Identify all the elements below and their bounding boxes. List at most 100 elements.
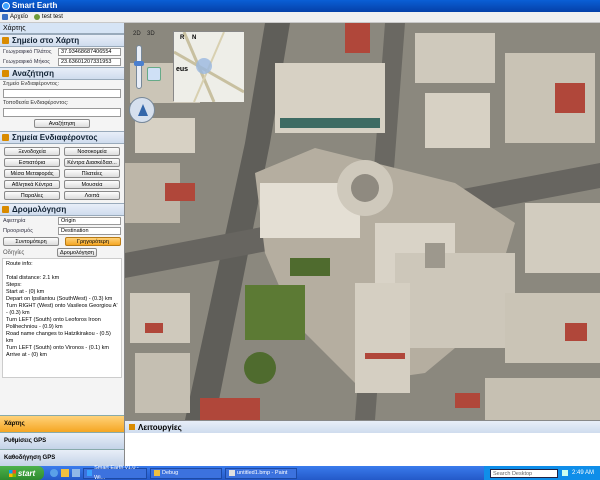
poi-squares-button[interactable]: Πλατείες: [64, 169, 120, 178]
minimap-place-label: eus: [176, 66, 189, 73]
menu-file[interactable]: Αρχείο: [2, 14, 28, 20]
section-search[interactable]: Αναζήτηση: [0, 67, 124, 80]
task-debug[interactable]: Debug: [150, 467, 222, 479]
zoom-slider[interactable]: [136, 45, 142, 89]
clock[interactable]: 2:49 AM: [572, 470, 594, 476]
destination-label: Προορισμός: [3, 228, 33, 234]
compass-arrow-icon: [138, 104, 148, 116]
poi-search-input[interactable]: [3, 89, 121, 98]
left-panel: Χάρτης Σημείο στο Χάρτη Γεωγραφικό Πλάτο…: [0, 23, 125, 466]
search-button[interactable]: Αναζήτηση: [34, 119, 90, 128]
directions-label: Οδηγίες: [3, 249, 25, 256]
mode-2d-button[interactable]: 2D: [133, 31, 141, 37]
poi-sports-button[interactable]: Αθλητικά Κέντρα: [4, 180, 60, 189]
location-search-label: Τοποθεσία Ενδιαφέροντος:: [3, 100, 69, 106]
ie-icon[interactable]: [50, 469, 58, 477]
poi-entertainment-button[interactable]: Κέντρα Διασκέδασ...: [64, 158, 120, 167]
folder-icon: [154, 470, 160, 476]
functions-title: Λειτουργίες: [138, 422, 182, 432]
app-task-icon: [87, 470, 93, 476]
destination-field[interactable]: Destination: [58, 227, 121, 235]
task-label: untitled1.bmp - Paint: [237, 470, 288, 476]
poi-other-button[interactable]: Λοιπά: [64, 191, 120, 200]
user-icon: [33, 14, 40, 20]
latitude-field[interactable]: 37.93468687406554: [58, 48, 121, 56]
layer-button[interactable]: [147, 67, 161, 81]
menu-bar: Αρχείο test test: [0, 12, 600, 23]
longitude-row: Γεωγραφικό Μήκος 23.63601207331953: [0, 57, 124, 67]
start-button[interactable]: start: [0, 466, 44, 480]
task-paint[interactable]: untitled1.bmp - Paint: [225, 467, 297, 479]
shortest-route-button[interactable]: Συντομότερη: [3, 237, 59, 246]
section-title: Δρομολόγηση: [12, 205, 67, 214]
longitude-field[interactable]: 23.63601207331953: [58, 58, 121, 66]
origin-row: Αφετηρία Origin: [0, 216, 124, 226]
poi-hotels-button[interactable]: Ξενοδοχεία: [4, 147, 60, 156]
menu-file-label: Αρχείο: [10, 14, 28, 20]
menu-user[interactable]: test test: [33, 14, 63, 20]
poi-hospitals-button[interactable]: Νοσοκομεία: [64, 147, 120, 156]
tray-network-icon[interactable]: [561, 470, 568, 476]
left-panel-title: Χάρτης: [0, 23, 124, 34]
bottom-tabs: Χάρτης Ρυθμίσεις GPS Καθοδήγηση GPS: [0, 415, 124, 466]
desktop-icon[interactable]: [72, 469, 80, 477]
minimap-north-label: N: [192, 35, 197, 41]
route-info-text: Route info: Total distance: 2.1 km Steps…: [2, 258, 122, 378]
poi-buttons: Ξενοδοχεία Νοσοκομεία Εστιατόρια Κέντρα …: [0, 144, 124, 203]
search-button-wrap: Αναζήτηση: [0, 118, 124, 129]
quick-launch: [50, 469, 80, 477]
destination-row: Προορισμός Destination: [0, 226, 124, 236]
park: [245, 285, 305, 340]
paint-icon: [229, 470, 235, 476]
window-title-bar: Smart Earth: [0, 0, 600, 12]
task-smart-earth[interactable]: Smart Earth v1.0 - Wi...: [83, 465, 147, 480]
start-label: start: [17, 468, 36, 478]
section-title: Σημεία Ενδιαφέροντος: [12, 133, 98, 142]
fastest-route-button[interactable]: Γρηγορότερη: [65, 237, 121, 246]
map-view[interactable]: 2D 3D R N eus: [125, 23, 600, 420]
compass-control[interactable]: [129, 97, 155, 123]
section-poi[interactable]: Σημεία Ενδιαφέροντος: [0, 131, 124, 144]
latitude-label: Γεωγραφικό Πλάτος: [3, 49, 52, 55]
location-search-input[interactable]: [3, 108, 121, 117]
origin-field[interactable]: Origin: [58, 217, 121, 225]
origin-label: Αφετηρία: [3, 218, 26, 224]
section-routing[interactable]: Δρομολόγηση: [0, 203, 124, 216]
search-icon: [2, 70, 9, 77]
taskbar: start Smart Earth v1.0 - Wi... Debug unt…: [0, 465, 600, 480]
minimap[interactable]: R N eus: [173, 31, 245, 103]
functions-panel: Λειτουργίες: [125, 420, 600, 466]
task-label: Debug: [162, 470, 179, 476]
poi-transport-button[interactable]: Μέσα Μεταφοράς: [4, 169, 60, 178]
section-title: Σημείο στο Χάρτη: [12, 36, 80, 45]
longitude-label: Γεωγραφικό Μήκος: [3, 59, 50, 65]
explorer-icon[interactable]: [61, 469, 69, 477]
menu-user-label: test test: [41, 14, 63, 20]
poi-search-label: Σημείο Ενδιαφέροντος:: [3, 81, 60, 87]
star-icon: [2, 134, 9, 141]
poi-restaurants-button[interactable]: Εστιατόρια: [4, 158, 60, 167]
pin-icon: [2, 37, 9, 44]
desktop-search-input[interactable]: Search Desktop: [489, 468, 558, 478]
file-icon: [2, 14, 8, 20]
section-title: Αναζήτηση: [12, 69, 55, 78]
route-action-row: Οδηγίες Δρομολόγηση: [0, 247, 124, 258]
minimap-rotate-label[interactable]: R: [180, 35, 184, 41]
tab-map[interactable]: Χάρτης: [0, 415, 124, 432]
zoom-thumb[interactable]: [134, 61, 144, 66]
poi-beaches-button[interactable]: Παραλίες: [4, 191, 60, 200]
section-point-on-map[interactable]: Σημείο στο Χάρτη: [0, 34, 124, 47]
app-icon: [2, 2, 10, 10]
nav-control: 2D 3D: [129, 27, 155, 137]
window-title: Smart Earth: [12, 1, 58, 10]
tab-gps-settings[interactable]: Ρυθμίσεις GPS: [0, 432, 124, 449]
mode-3d-button[interactable]: 3D: [147, 31, 155, 37]
functions-header[interactable]: Λειτουργίες: [125, 421, 600, 433]
latitude-row: Γεωγραφικό Πλάτος 37.93468687406554: [0, 47, 124, 57]
route-button[interactable]: Δρομολόγηση: [57, 248, 97, 257]
collapse-icon: [129, 424, 135, 430]
system-tray: Search Desktop 2:49 AM: [483, 466, 600, 480]
poi-museums-button[interactable]: Μουσεία: [64, 180, 120, 189]
task-label: Smart Earth v1.0 - Wi...: [94, 465, 139, 480]
windows-logo-icon: [8, 469, 16, 477]
